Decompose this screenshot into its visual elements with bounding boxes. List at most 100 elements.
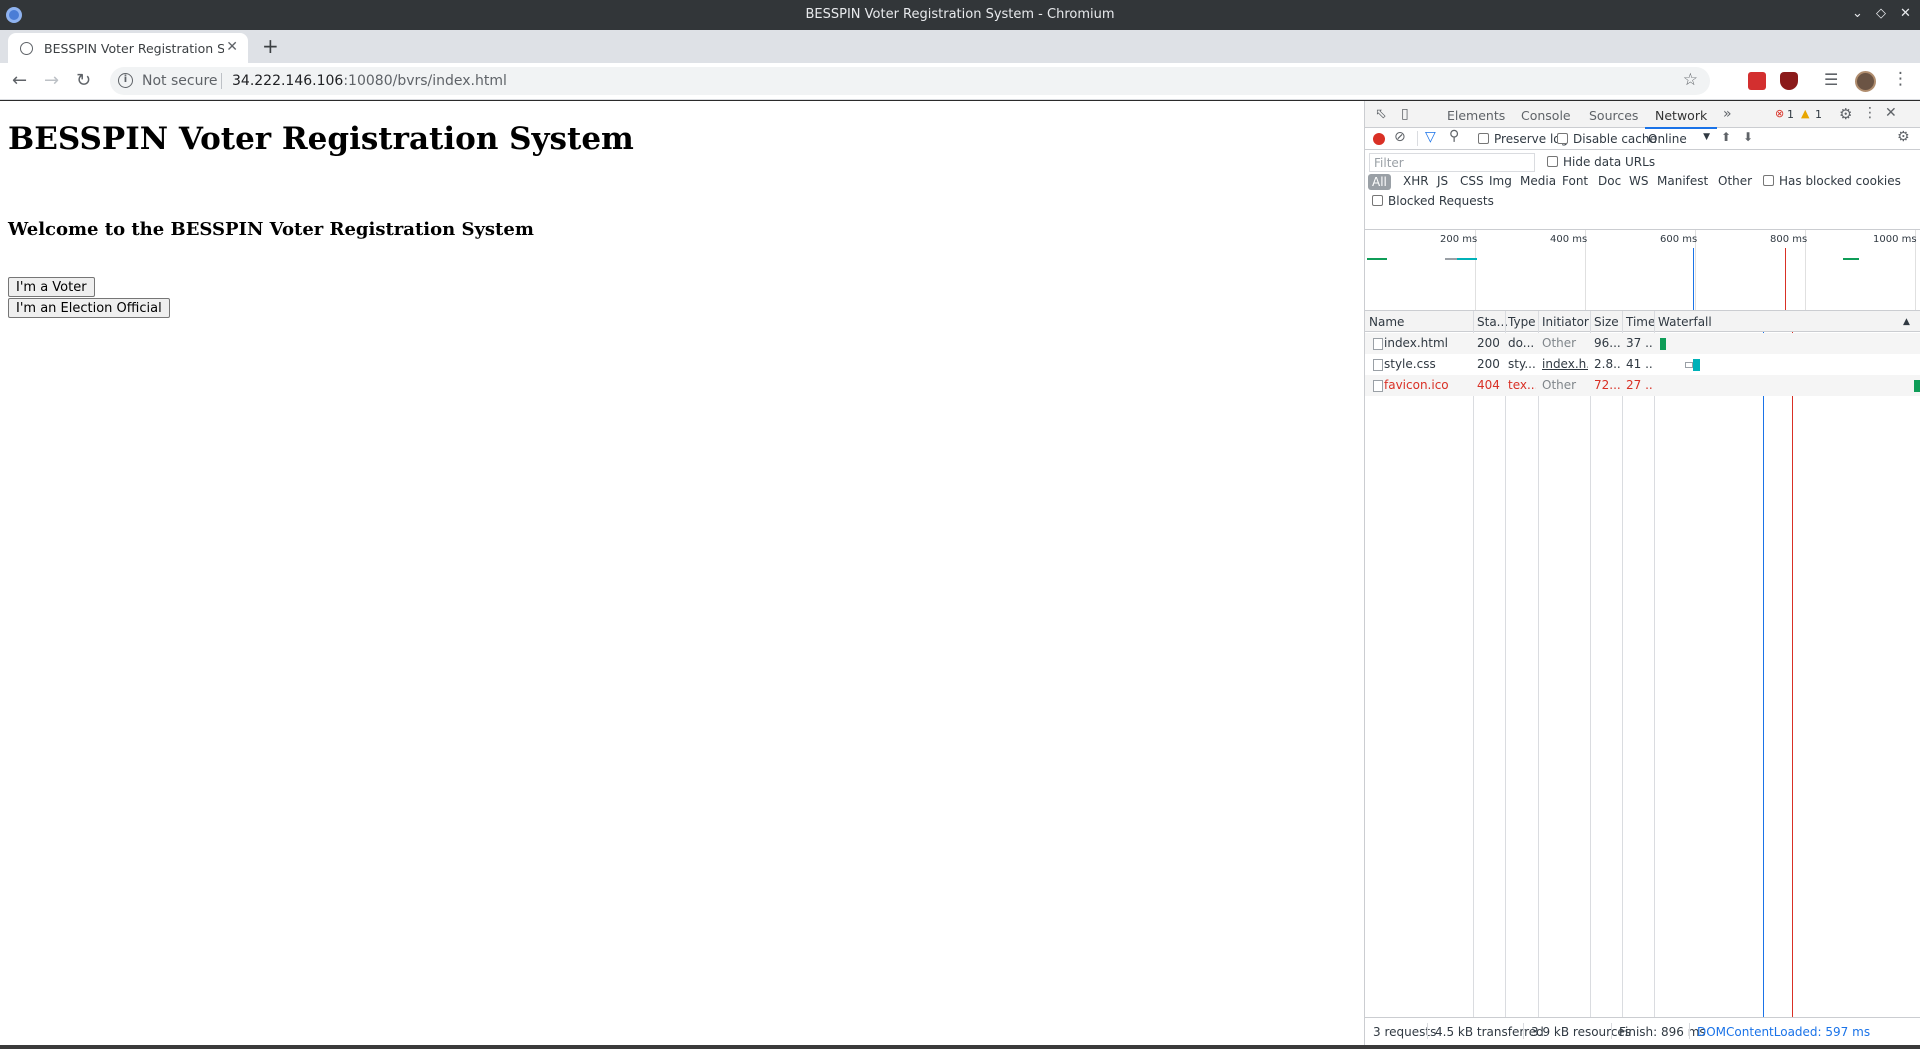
maximize-icon[interactable]: ◇: [1876, 6, 1886, 21]
filter-icon[interactable]: ▽: [1425, 129, 1436, 145]
extension-lastpass-icon[interactable]: [1748, 72, 1766, 90]
column-divider: [1654, 311, 1655, 1017]
preserve-log-box[interactable]: [1478, 133, 1489, 144]
filter-doc[interactable]: Doc: [1598, 174, 1621, 188]
column-status[interactable]: Sta...: [1477, 315, 1508, 329]
request-time: 41 ...: [1626, 357, 1652, 371]
filter-img[interactable]: Img: [1489, 174, 1512, 188]
blocked-requests-checkbox[interactable]: Blocked Requests: [1372, 194, 1494, 208]
preserve-log-checkbox[interactable]: Preserve log: [1478, 132, 1568, 146]
has-blocked-cookies-box[interactable]: [1763, 175, 1774, 186]
address-bar[interactable]: i Not secure 34.222.146.106:10080/bvrs/i…: [110, 67, 1710, 95]
has-blocked-cookies-label: Has blocked cookies: [1779, 174, 1901, 188]
export-har-icon[interactable]: ⬇: [1743, 130, 1753, 144]
election-official-button[interactable]: I'm an Election Official: [8, 298, 170, 318]
close-devtools-icon[interactable]: ✕: [1885, 105, 1897, 121]
import-har-icon[interactable]: ⬆: [1721, 130, 1731, 144]
resource-type-filters: All XHR JS CSS Img Media Font Doc WS Man…: [1365, 171, 1920, 191]
filter-media[interactable]: Media: [1520, 174, 1556, 188]
filter-xhr[interactable]: XHR: [1403, 174, 1429, 188]
record-icon[interactable]: [1373, 133, 1385, 145]
inspect-element-icon[interactable]: ⬁: [1375, 106, 1387, 122]
overview-bar-favicon: [1843, 258, 1859, 260]
column-type[interactable]: Type: [1508, 315, 1536, 329]
tab-strip: BESSPIN Voter Registration S ✕: [0, 30, 1920, 63]
extension-ublock-icon[interactable]: [1780, 72, 1798, 90]
filter-manifest[interactable]: Manifest: [1657, 174, 1708, 188]
hide-data-urls-checkbox[interactable]: Hide data URLs: [1547, 155, 1655, 169]
column-divider: [1538, 311, 1539, 1017]
back-icon[interactable]: ←: [12, 70, 27, 91]
url-path: :10080/bvrs/index.html: [343, 73, 507, 89]
devtools-settings-icon[interactable]: ⚙: [1839, 105, 1852, 123]
waterfall-bar: [1693, 359, 1700, 371]
throttling-select[interactable]: Online ▼: [1648, 132, 1710, 146]
tab-close-icon[interactable]: ✕: [226, 39, 238, 55]
url-text[interactable]: 34.222.146.106:10080/bvrs/index.html: [232, 73, 507, 89]
waterfall-load-line: [1792, 332, 1793, 1017]
devtools-panel: ⬁ ▯ Elements Console Sources Network » ⊗…: [1364, 101, 1920, 1045]
filter-js[interactable]: JS: [1437, 174, 1448, 188]
error-icon[interactable]: ⊗: [1775, 107, 1784, 120]
voter-button[interactable]: I'm a Voter: [8, 277, 95, 297]
hide-data-urls-box[interactable]: [1547, 156, 1558, 167]
reload-icon[interactable]: ↻: [76, 70, 91, 91]
column-size[interactable]: Size: [1594, 315, 1619, 329]
column-divider: [1473, 311, 1474, 1017]
disable-cache-box[interactable]: [1557, 133, 1568, 144]
network-settings-icon[interactable]: ⚙: [1897, 129, 1910, 145]
filter-ws[interactable]: WS: [1629, 174, 1648, 188]
device-toolbar-icon[interactable]: ▯: [1401, 106, 1409, 122]
tab-network[interactable]: Network: [1644, 108, 1718, 129]
profile-avatar[interactable]: [1855, 71, 1876, 92]
more-tabs-icon[interactable]: »: [1723, 106, 1732, 122]
tab-console[interactable]: Console: [1521, 108, 1571, 123]
request-initiator-link[interactable]: index.h...: [1542, 357, 1588, 371]
dom-content-loaded-time: DOMContentLoaded: 597 ms: [1697, 1025, 1871, 1039]
devtools-menu-icon[interactable]: ⋮: [1863, 105, 1877, 121]
request-size: 96...: [1594, 336, 1620, 350]
forward-icon[interactable]: →: [44, 70, 59, 91]
resources-size: 3.9 kB resources: [1531, 1025, 1632, 1039]
info-icon[interactable]: i: [118, 73, 133, 88]
column-time[interactable]: Time: [1626, 315, 1655, 329]
search-icon[interactable]: ⚲: [1449, 128, 1459, 144]
request-row[interactable]: favicon.ico 404 tex... Other 72... 27 ..…: [1365, 375, 1920, 396]
request-status: 200: [1477, 336, 1500, 350]
column-initiator[interactable]: Initiator: [1542, 315, 1589, 329]
request-row[interactable]: index.html 200 do... Other 96... 37 ...: [1365, 333, 1920, 354]
close-window-icon[interactable]: ✕: [1900, 6, 1911, 21]
clear-icon[interactable]: ⊘: [1394, 129, 1406, 145]
tab-sources[interactable]: Sources: [1589, 108, 1638, 123]
bookmark-star-icon[interactable]: ☆: [1683, 70, 1698, 90]
column-name[interactable]: Name: [1369, 315, 1404, 329]
request-type: do...: [1508, 336, 1535, 350]
devtools-tab-bar: ⬁ ▯ Elements Console Sources Network » ⊗…: [1365, 101, 1920, 129]
document-icon: [1373, 380, 1383, 392]
filter-other[interactable]: Other: [1718, 174, 1752, 188]
sort-ascending-icon[interactable]: ▲: [1903, 317, 1910, 327]
blocked-requests-box[interactable]: [1372, 195, 1383, 206]
filter-font[interactable]: Font: [1562, 174, 1588, 188]
disable-cache-checkbox[interactable]: Disable cache: [1557, 132, 1657, 146]
status-divider: [1611, 1023, 1612, 1039]
warning-icon[interactable]: ▲: [1801, 107, 1809, 120]
minimize-icon[interactable]: ⌄: [1852, 6, 1863, 21]
tab-elements[interactable]: Elements: [1447, 108, 1505, 123]
request-row[interactable]: style.css 200 sty... index.h... 2.8... 4…: [1365, 354, 1920, 375]
overview-bar-style-wait: [1445, 258, 1457, 260]
browser-menu-icon[interactable]: ⋮: [1892, 69, 1909, 89]
filter-css[interactable]: CSS: [1460, 174, 1484, 188]
filter-input[interactable]: Filter: [1369, 153, 1535, 172]
new-tab-icon[interactable]: +: [262, 34, 279, 58]
column-waterfall[interactable]: Waterfall: [1658, 315, 1712, 329]
browser-tab[interactable]: BESSPIN Voter Registration S ✕: [8, 33, 248, 63]
timeline-label-400: 400 ms: [1550, 234, 1588, 245]
welcome-heading: Welcome to the BESSPIN Voter Registratio…: [8, 219, 534, 240]
has-blocked-cookies-checkbox[interactable]: Has blocked cookies: [1763, 174, 1901, 188]
filter-all[interactable]: All: [1368, 174, 1391, 190]
media-controls-icon[interactable]: ☰: [1824, 70, 1838, 89]
window-titlebar: BESSPIN Voter Registration System - Chro…: [0, 0, 1920, 30]
window-title: BESSPIN Voter Registration System - Chro…: [805, 7, 1115, 22]
blocked-requests-label: Blocked Requests: [1388, 194, 1494, 208]
